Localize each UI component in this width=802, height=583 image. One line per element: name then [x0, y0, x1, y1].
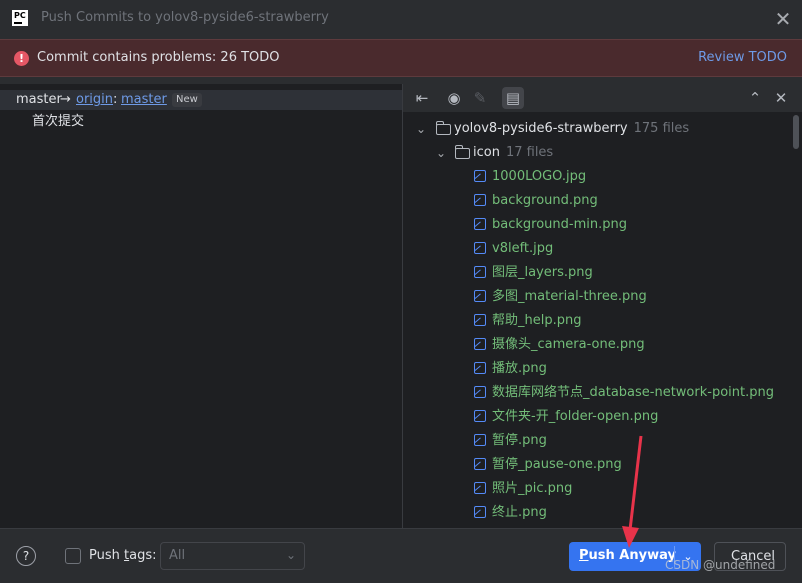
watermark: CSDN @undefined — [665, 558, 776, 572]
remote-link[interactable]: origin — [76, 92, 113, 107]
collapse-all-icon[interactable]: ✕ — [770, 87, 792, 109]
banner-message: Commit contains problems: 26 TODO — [37, 50, 280, 65]
close-icon[interactable]: ✕ — [772, 8, 794, 30]
file-name: 1000LOGO.jpg — [492, 169, 587, 184]
file-row[interactable]: 帮助_help.png — [403, 310, 793, 332]
tree-root-row[interactable]: ⌄ yolov8-pyside6-strawberry 175 files — [403, 118, 793, 140]
compare-arrows-icon[interactable]: ⇤ — [411, 87, 433, 109]
pycharm-logo-icon: PC — [12, 10, 28, 26]
scrollbar-thumb[interactable] — [793, 115, 799, 149]
local-branch: master — [16, 92, 62, 107]
image-file-icon — [474, 194, 486, 206]
file-name: 照片_pic.png — [492, 481, 573, 496]
chevron-down-icon[interactable]: ⌄ — [435, 142, 447, 164]
chevron-down-icon[interactable]: ⌄ — [415, 118, 427, 140]
file-row[interactable]: 多图_material-three.png — [403, 286, 793, 308]
file-name: background-min.png — [492, 217, 627, 232]
problem-banner: ! Commit contains problems: 26 TODO Revi… — [0, 39, 802, 77]
image-file-icon — [474, 482, 486, 494]
edit-icon[interactable]: ✎ — [469, 87, 491, 109]
image-file-icon — [474, 362, 486, 374]
root-folder-name: yolov8-pyside6-strawberry — [454, 121, 628, 136]
image-file-icon — [474, 290, 486, 302]
push-target-row[interactable]: master → origin : master New — [0, 90, 402, 110]
file-name: 多图_material-three.png — [492, 289, 647, 304]
arrow-icon: → — [60, 92, 71, 107]
file-row[interactable]: 照片_pic.png — [403, 478, 793, 500]
commit-item[interactable]: 首次提交 — [32, 110, 84, 129]
file-row[interactable]: 终止.png — [403, 502, 793, 524]
group-by-icon[interactable]: ▤ — [502, 87, 524, 109]
image-file-icon — [474, 458, 486, 470]
folder-icon — [435, 121, 451, 135]
file-row[interactable]: v8left.jpg — [403, 238, 793, 260]
new-badge: New — [172, 93, 202, 107]
image-file-icon — [474, 218, 486, 230]
icon-folder-name: icon — [473, 145, 500, 160]
file-name: v8left.jpg — [492, 241, 554, 256]
file-name: 暂停_pause-one.png — [492, 457, 622, 472]
file-name: background.png — [492, 193, 598, 208]
tree-folder-row[interactable]: ⌄ icon 17 files — [403, 142, 793, 164]
file-row[interactable]: 图层_layers.png — [403, 262, 793, 284]
image-file-icon — [474, 434, 486, 446]
icon-file-count: 17 files — [505, 145, 554, 160]
title-bar: PC Push Commits to yolov8-pyside6-strawb… — [0, 0, 802, 38]
file-row[interactable]: 暂停.png — [403, 430, 793, 452]
file-name: 播放.png — [492, 361, 547, 376]
file-row[interactable]: background-min.png — [403, 214, 793, 236]
file-row[interactable]: 1000LOGO.jpg — [403, 166, 793, 188]
file-row[interactable]: 摄像头_camera-one.png — [403, 334, 793, 356]
expand-all-icon[interactable]: ⌃ — [744, 87, 766, 109]
file-name: 图层_layers.png — [492, 265, 593, 280]
chevron-down-icon: ⌄ — [285, 548, 296, 562]
eye-icon[interactable]: ◉ — [443, 87, 465, 109]
push-anyway-label: Push Anyway — [579, 548, 676, 563]
push-tags-checkbox[interactable] — [65, 548, 81, 564]
error-icon: ! — [14, 51, 29, 66]
file-row[interactable]: 数据库网络节点_database-network-point.png — [403, 382, 793, 404]
file-name: 暂停.png — [492, 433, 547, 448]
changes-toolbar: ⇤ ◉ ✎ ▤ ⌃ ✕ — [403, 84, 802, 112]
window-title: Push Commits to yolov8-pyside6-strawberr… — [41, 10, 329, 25]
image-file-icon — [474, 266, 486, 278]
file-name: 帮助_help.png — [492, 313, 582, 328]
root-file-count: 175 files — [633, 121, 690, 136]
separator: : — [113, 92, 118, 107]
file-row[interactable]: background.png — [403, 190, 793, 212]
push-tags-label: Push tags: — [89, 548, 157, 563]
file-name: 摄像头_camera-one.png — [492, 337, 645, 352]
image-file-icon — [474, 410, 486, 422]
file-row[interactable]: 播放.png — [403, 358, 793, 380]
file-name: 文件夹-开_folder-open.png — [492, 409, 659, 424]
tags-select-value: All — [169, 548, 186, 563]
changed-files-tree: ⌄ yolov8-pyside6-strawberry 175 files ⌄ i… — [403, 112, 802, 528]
image-file-icon — [474, 314, 486, 326]
image-file-icon — [474, 338, 486, 350]
remote-branch-link[interactable]: master — [121, 92, 167, 107]
file-name: 终止.png — [492, 505, 547, 520]
image-file-icon — [474, 386, 486, 398]
tags-select[interactable]: All ⌄ — [160, 542, 305, 570]
file-row[interactable]: 暂停_pause-one.png — [403, 454, 793, 476]
image-file-icon — [474, 170, 486, 182]
dialog-footer: ? Push tags: All ⌄ Push Anyway ⌄ Cancel — [0, 528, 802, 583]
folder-icon — [454, 145, 470, 159]
review-todo-link[interactable]: Review TODO — [698, 50, 787, 65]
file-row[interactable]: 文件夹-开_folder-open.png — [403, 406, 793, 428]
image-file-icon — [474, 506, 486, 518]
file-name: 数据库网络节点_database-network-point.png — [492, 385, 774, 400]
commits-pane: master → origin : master New 首次提交 — [0, 84, 402, 528]
help-button[interactable]: ? — [16, 546, 36, 566]
image-file-icon — [474, 242, 486, 254]
